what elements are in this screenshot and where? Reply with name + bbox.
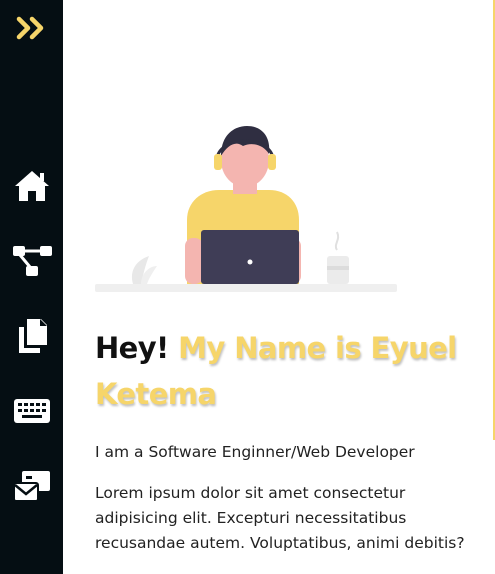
contact-mail-icon bbox=[12, 471, 50, 502]
sidebar-item-skills[interactable] bbox=[0, 392, 63, 430]
hero-title: Hey! My Name is Eyuel Ketema bbox=[95, 325, 475, 417]
project-tree-icon bbox=[12, 246, 52, 276]
home-icon bbox=[14, 171, 49, 201]
keyboard-icon bbox=[13, 399, 50, 423]
hero-greeting: Hey! bbox=[95, 331, 169, 365]
sidebar-item-documents[interactable] bbox=[0, 316, 63, 356]
main-content: Hey! My Name is Eyuel Ketema I am a Soft… bbox=[63, 0, 495, 574]
sidebar-toggle-button[interactable] bbox=[0, 10, 63, 46]
documents-icon bbox=[18, 319, 47, 353]
hero-description: Lorem ipsum dolor sit amet consectetur a… bbox=[95, 484, 465, 552]
hero-subtitle: I am a Software Enginner/Web Developer bbox=[95, 443, 415, 461]
sidebar-item-projects[interactable] bbox=[0, 240, 63, 282]
developer-illustration bbox=[95, 126, 397, 292]
sidebar-item-contact[interactable] bbox=[0, 466, 63, 506]
sidebar bbox=[0, 0, 63, 574]
double-chevron-right-icon bbox=[16, 16, 43, 40]
sidebar-item-home[interactable] bbox=[0, 166, 63, 206]
